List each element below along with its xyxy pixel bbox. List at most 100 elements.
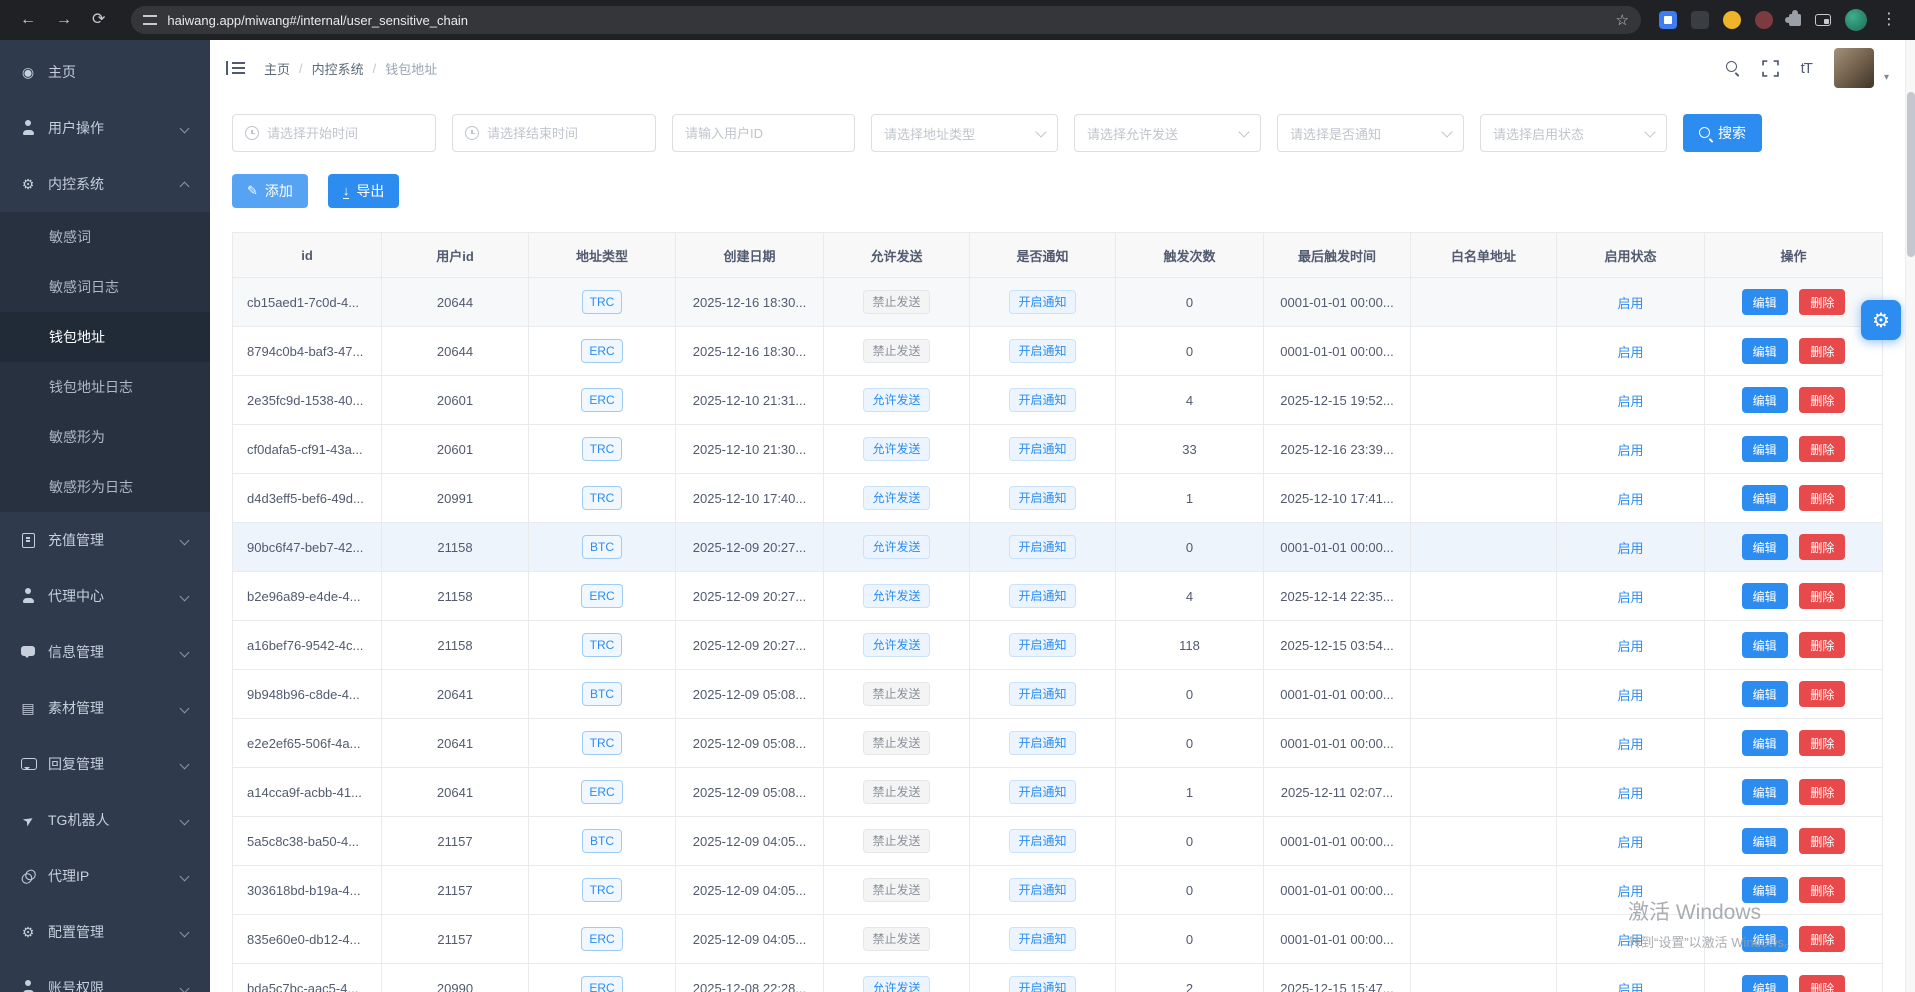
enabled-status[interactable]: 启用 <box>1617 737 1643 752</box>
extension-icon-yellow[interactable] <box>1723 11 1741 29</box>
edit-button[interactable]: 编辑 <box>1742 975 1788 992</box>
address-bar[interactable]: haiwang.app/miwang#/internal/user_sensit… <box>131 6 1641 34</box>
enabled-status[interactable]: 启用 <box>1617 492 1643 507</box>
forward-icon[interactable]: → <box>56 12 72 28</box>
breadcrumb-item[interactable]: 钱包地址 <box>385 59 437 78</box>
enabled-status[interactable]: 启用 <box>1617 443 1643 458</box>
extension-icon-red[interactable] <box>1755 11 1773 29</box>
sidebar-item-sensitive-word-logs[interactable]: 敏感词日志 <box>0 262 210 312</box>
page-scrollbar[interactable] <box>1905 40 1915 992</box>
delete-button[interactable]: 删除 <box>1799 338 1845 364</box>
breadcrumb-item[interactable]: 内控系统 <box>312 59 364 78</box>
delete-button[interactable]: 删除 <box>1799 779 1845 805</box>
settings-fab[interactable]: ⚙ <box>1861 300 1901 340</box>
edit-button[interactable]: 编辑 <box>1742 387 1788 413</box>
enabled-status[interactable]: 启用 <box>1617 541 1643 556</box>
table-row[interactable]: e2e2ef65-506f-4a... 20641 TRC 2025-12-09… <box>233 719 1883 768</box>
edit-button[interactable]: 编辑 <box>1742 877 1788 903</box>
address-type-select[interactable]: 请选择地址类型 <box>871 114 1058 152</box>
enabled-status[interactable]: 启用 <box>1617 786 1643 801</box>
enabled-status[interactable]: 启用 <box>1617 835 1643 850</box>
table-row[interactable]: d4d3eff5-bef6-49d... 20991 TRC 2025-12-1… <box>233 474 1883 523</box>
sidebar-item-material-mgmt[interactable]: ▤素材管理 <box>0 680 210 736</box>
sidebar-item-info-mgmt[interactable]: 信息管理 <box>0 624 210 680</box>
sidebar-item-wallet-address[interactable]: 钱包地址 <box>0 312 210 362</box>
start-time-field[interactable] <box>267 126 423 141</box>
delete-button[interactable]: 删除 <box>1799 436 1845 462</box>
user-avatar[interactable] <box>1834 48 1874 88</box>
text-size-icon[interactable]: tT <box>1801 60 1812 77</box>
refresh-icon[interactable]: ⟳ <box>92 12 105 28</box>
edit-button[interactable]: 编辑 <box>1742 681 1788 707</box>
sidebar-item-tg-bot[interactable]: ➤TG机器人 <box>0 792 210 848</box>
delete-button[interactable]: 删除 <box>1799 730 1845 756</box>
sidebar-item-config-mgmt[interactable]: ⚙配置管理 <box>0 904 210 960</box>
sidebar-item-recharge-mgmt[interactable]: 充值管理 <box>0 512 210 568</box>
end-time-field[interactable] <box>487 126 643 141</box>
bookmark-star-icon[interactable]: ☆ <box>1616 13 1629 28</box>
sidebar-item-user-operations[interactable]: 用户操作 <box>0 100 210 156</box>
table-row[interactable]: 8794c0b4-baf3-47... 20644 ERC 2025-12-16… <box>233 327 1883 376</box>
delete-button[interactable]: 删除 <box>1799 485 1845 511</box>
delete-button[interactable]: 删除 <box>1799 632 1845 658</box>
breadcrumb-item[interactable]: 主页 <box>264 59 290 78</box>
search-button[interactable]: 搜索 <box>1683 114 1762 152</box>
edit-button[interactable]: 编辑 <box>1742 926 1788 952</box>
delete-button[interactable]: 删除 <box>1799 926 1845 952</box>
extension-icon-blue[interactable] <box>1659 11 1677 29</box>
table-row[interactable]: b2e96a89-e4de-4... 21158 ERC 2025-12-09 … <box>233 572 1883 621</box>
sidebar-item-account-perms[interactable]: 账号权限 <box>0 960 210 992</box>
enabled-status[interactable]: 启用 <box>1617 688 1643 703</box>
enabled-status[interactable]: 启用 <box>1617 345 1643 360</box>
sidebar-item-proxy-ip[interactable]: 代理IP <box>0 848 210 904</box>
edit-button[interactable]: 编辑 <box>1742 485 1788 511</box>
edit-button[interactable]: 编辑 <box>1742 289 1788 315</box>
avatar-dropdown-caret[interactable]: ▾ <box>1884 72 1889 83</box>
fullscreen-icon[interactable] <box>1762 60 1779 77</box>
sidebar-item-home[interactable]: ◉主页 <box>0 44 210 100</box>
sidebar-item-sensitive-behavior-logs[interactable]: 敏感形为日志 <box>0 462 210 512</box>
enabled-status[interactable]: 启用 <box>1617 982 1643 992</box>
enabled-state-select[interactable]: 请选择启用状态 <box>1480 114 1667 152</box>
browser-menu-icon[interactable]: ⋮ <box>1881 12 1897 28</box>
enabled-status[interactable]: 启用 <box>1617 394 1643 409</box>
delete-button[interactable]: 删除 <box>1799 583 1845 609</box>
table-row[interactable]: bda5c7bc-aac5-4... 20990 ERC 2025-12-08 … <box>233 964 1883 992</box>
browser-profile-avatar[interactable] <box>1845 9 1867 31</box>
sidebar-item-agent-center[interactable]: 代理中心 <box>0 568 210 624</box>
user-id-input[interactable] <box>672 114 855 152</box>
export-button[interactable]: ↓ 导出 <box>328 174 400 208</box>
delete-button[interactable]: 删除 <box>1799 534 1845 560</box>
table-row[interactable]: 2e35fc9d-1538-40... 20601 ERC 2025-12-10… <box>233 376 1883 425</box>
site-settings-icon[interactable] <box>143 15 157 25</box>
table-row[interactable]: cb15aed1-7c0d-4... 20644 TRC 2025-12-16 … <box>233 278 1883 327</box>
sidebar-item-sensitive-words[interactable]: 敏感词 <box>0 212 210 262</box>
delete-button[interactable]: 删除 <box>1799 289 1845 315</box>
table-row[interactable]: cf0dafa5-cf91-43a... 20601 TRC 2025-12-1… <box>233 425 1883 474</box>
table-row[interactable]: 303618bd-b19a-4... 21157 TRC 2025-12-09 … <box>233 866 1883 915</box>
notify-select[interactable]: 请选择是否通知 <box>1277 114 1464 152</box>
extensions-puzzle-icon[interactable] <box>1789 14 1801 26</box>
edit-button[interactable]: 编辑 <box>1742 730 1788 756</box>
back-icon[interactable]: ← <box>20 12 36 28</box>
delete-button[interactable]: 删除 <box>1799 877 1845 903</box>
sidebar-item-sensitive-behavior[interactable]: 敏感形为 <box>0 412 210 462</box>
collapse-menu-icon[interactable] <box>226 60 246 76</box>
delete-button[interactable]: 删除 <box>1799 681 1845 707</box>
table-row[interactable]: 9b948b96-c8de-4... 20641 BTC 2025-12-09 … <box>233 670 1883 719</box>
table-row[interactable]: 5a5c8c38-ba50-4... 21157 BTC 2025-12-09 … <box>233 817 1883 866</box>
table-row[interactable]: 90bc6f47-beb7-42... 21158 BTC 2025-12-09… <box>233 523 1883 572</box>
add-button[interactable]: ✎ 添加 <box>232 174 308 208</box>
enabled-status[interactable]: 启用 <box>1617 590 1643 605</box>
user-id-field[interactable] <box>685 126 842 141</box>
edit-button[interactable]: 编辑 <box>1742 436 1788 462</box>
delete-button[interactable]: 删除 <box>1799 828 1845 854</box>
sidebar-item-internal-control[interactable]: ⚙内控系统 <box>0 156 210 212</box>
scrollbar-thumb[interactable] <box>1907 92 1915 257</box>
delete-button[interactable]: 删除 <box>1799 387 1845 413</box>
enabled-status[interactable]: 启用 <box>1617 639 1643 654</box>
enabled-status[interactable]: 启用 <box>1617 933 1643 948</box>
edit-button[interactable]: 编辑 <box>1742 583 1788 609</box>
edit-button[interactable]: 编辑 <box>1742 779 1788 805</box>
tab-share-icon[interactable] <box>1815 14 1831 26</box>
